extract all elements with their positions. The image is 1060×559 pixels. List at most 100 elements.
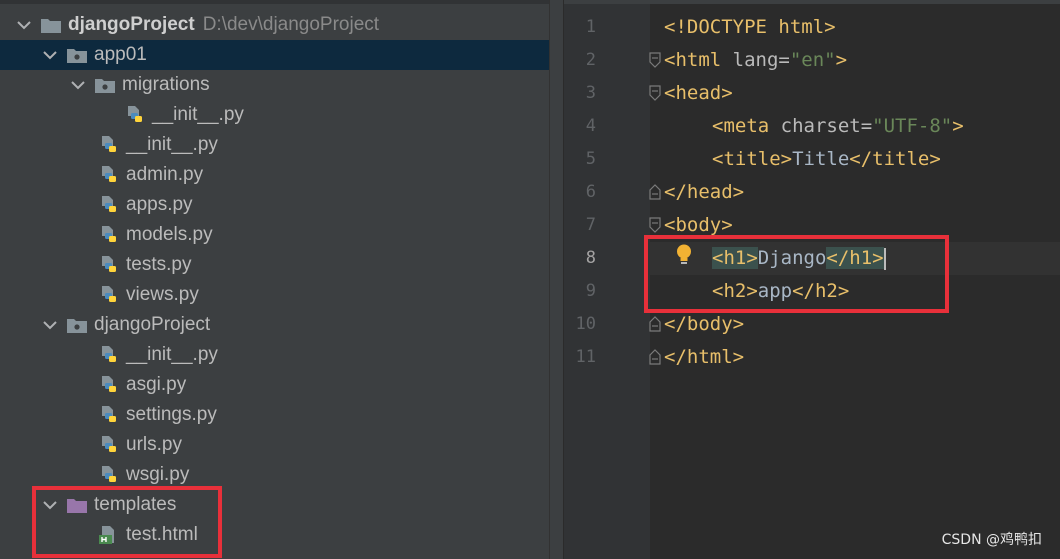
- fold-close-icon[interactable]: [648, 316, 662, 332]
- tree-file[interactable]: __init__.py: [0, 340, 564, 370]
- tag-token: </html>: [664, 346, 745, 368]
- python-file-icon: [98, 165, 120, 185]
- file-label: __init__.py: [126, 134, 218, 155]
- code-line-5[interactable]: <title>Title</title>: [712, 143, 941, 176]
- python-file-icon: [98, 195, 120, 215]
- tree-file[interactable]: urls.py: [0, 430, 564, 460]
- code-line-4[interactable]: <meta charset="UTF-8">: [712, 110, 964, 143]
- root-project-path: D:\dev\djangoProject: [202, 14, 380, 35]
- python-file-icon: [98, 435, 120, 455]
- attr-token: charset=: [780, 115, 873, 137]
- python-file-icon: [98, 375, 120, 395]
- tree-file[interactable]: models.py: [0, 220, 564, 250]
- file-label: __init__.py: [126, 344, 218, 365]
- python-file-icon: [98, 135, 120, 155]
- fold-close-icon[interactable]: [648, 184, 662, 200]
- file-label: tests.py: [126, 254, 192, 275]
- string-token: "en": [789, 49, 836, 71]
- file-label: wsgi.py: [126, 464, 190, 485]
- tag-token: </body>: [664, 313, 745, 335]
- line-number: 9: [585, 281, 596, 301]
- line-number: 1: [585, 17, 596, 37]
- tree-node-migrations[interactable]: migrations: [0, 70, 564, 100]
- text-token: Title: [792, 148, 850, 170]
- folder-label: djangoProject: [94, 314, 211, 335]
- tree-file[interactable]: views.py: [0, 280, 564, 310]
- line-number: 2: [585, 50, 596, 70]
- code-line-1[interactable]: <!DOCTYPE html>: [664, 11, 836, 44]
- fold-open-icon[interactable]: [648, 85, 662, 101]
- watermark-text: CSDN @鸡鸭扣: [941, 532, 1042, 548]
- string-token: "UTF-8": [872, 115, 953, 137]
- folder-label: migrations: [122, 74, 210, 95]
- tree-file[interactable]: apps.py: [0, 190, 564, 220]
- file-label: views.py: [126, 284, 199, 305]
- line-number: 6: [585, 182, 596, 202]
- file-label: models.py: [126, 224, 213, 245]
- chevron-down-icon[interactable]: [70, 77, 86, 93]
- templates-highlight-box: [32, 486, 222, 558]
- tag-token: >: [952, 115, 964, 137]
- tag-token: <head>: [664, 82, 733, 104]
- doctype-token: <!DOCTYPE html>: [664, 16, 836, 38]
- python-file-icon: [98, 285, 120, 305]
- tree-file[interactable]: settings.py: [0, 400, 564, 430]
- tree-node-root[interactable]: djangoProject D:\dev\djangoProject: [0, 10, 564, 40]
- code-line-11[interactable]: </html>: [664, 341, 744, 374]
- line-number: 7: [585, 215, 596, 235]
- python-file-icon: [98, 225, 120, 245]
- root-project-name: djangoProject: [68, 14, 195, 35]
- tag-token: <title>: [712, 148, 793, 170]
- chevron-down-icon[interactable]: [42, 47, 58, 63]
- project-folder-icon: [40, 15, 62, 35]
- line-number: 5: [585, 149, 596, 169]
- tree-file[interactable]: asgi.py: [0, 370, 564, 400]
- package-folder-icon: [66, 315, 88, 335]
- tag-token: <html: [664, 49, 733, 71]
- line-number: 10: [575, 314, 596, 334]
- tag-token: <body>: [664, 214, 733, 236]
- panel-header-strip: [0, 0, 564, 4]
- tree-node-djangoproject[interactable]: djangoProject: [0, 310, 564, 340]
- fold-close-icon[interactable]: [648, 349, 662, 365]
- chevron-down-icon[interactable]: [16, 17, 32, 33]
- line-number: 3: [585, 83, 596, 103]
- python-file-icon: [98, 255, 120, 275]
- project-tree-panel: djangoProject D:\dev\djangoProject app01…: [0, 0, 564, 559]
- editor-tab-strip-edge: [564, 0, 1060, 4]
- tree-node-app01[interactable]: app01: [0, 40, 564, 70]
- chevron-down-icon[interactable]: [42, 317, 58, 333]
- line-number: 11: [575, 347, 596, 367]
- line-number: 4: [585, 116, 596, 136]
- tree-file[interactable]: __init__.py: [0, 130, 564, 160]
- tree-file[interactable]: tests.py: [0, 250, 564, 280]
- code-line-6[interactable]: </head>: [664, 176, 744, 209]
- line-number-current: 8: [585, 248, 596, 268]
- file-label: admin.py: [126, 164, 204, 185]
- python-file-icon: [98, 345, 120, 365]
- file-label: urls.py: [126, 434, 182, 455]
- fold-open-icon[interactable]: [648, 217, 662, 233]
- python-file-icon: [124, 105, 146, 125]
- fold-open-icon[interactable]: [648, 52, 662, 68]
- tree-scrollbar[interactable]: [549, 0, 564, 559]
- tag-token: >: [835, 49, 848, 71]
- file-label: __init__.py: [152, 104, 244, 125]
- code-line-3[interactable]: <head>: [664, 77, 733, 110]
- tree-file[interactable]: admin.py: [0, 160, 564, 190]
- tree-file[interactable]: __init__.py: [0, 100, 564, 130]
- python-file-icon: [98, 465, 120, 485]
- attr-token: lang=: [732, 49, 790, 71]
- code-highlight-box: [644, 235, 949, 313]
- package-folder-icon: [94, 75, 116, 95]
- file-label: asgi.py: [126, 374, 187, 395]
- folder-label: app01: [94, 44, 147, 65]
- tag-token: </head>: [664, 181, 745, 203]
- tag-token: </title>: [849, 148, 941, 170]
- tag-token: <meta: [712, 115, 781, 137]
- file-label: apps.py: [126, 194, 193, 215]
- file-label: settings.py: [126, 404, 217, 425]
- package-folder-icon: [66, 45, 88, 65]
- python-file-icon: [98, 405, 120, 425]
- code-line-2[interactable]: <html lang="en">: [664, 44, 847, 77]
